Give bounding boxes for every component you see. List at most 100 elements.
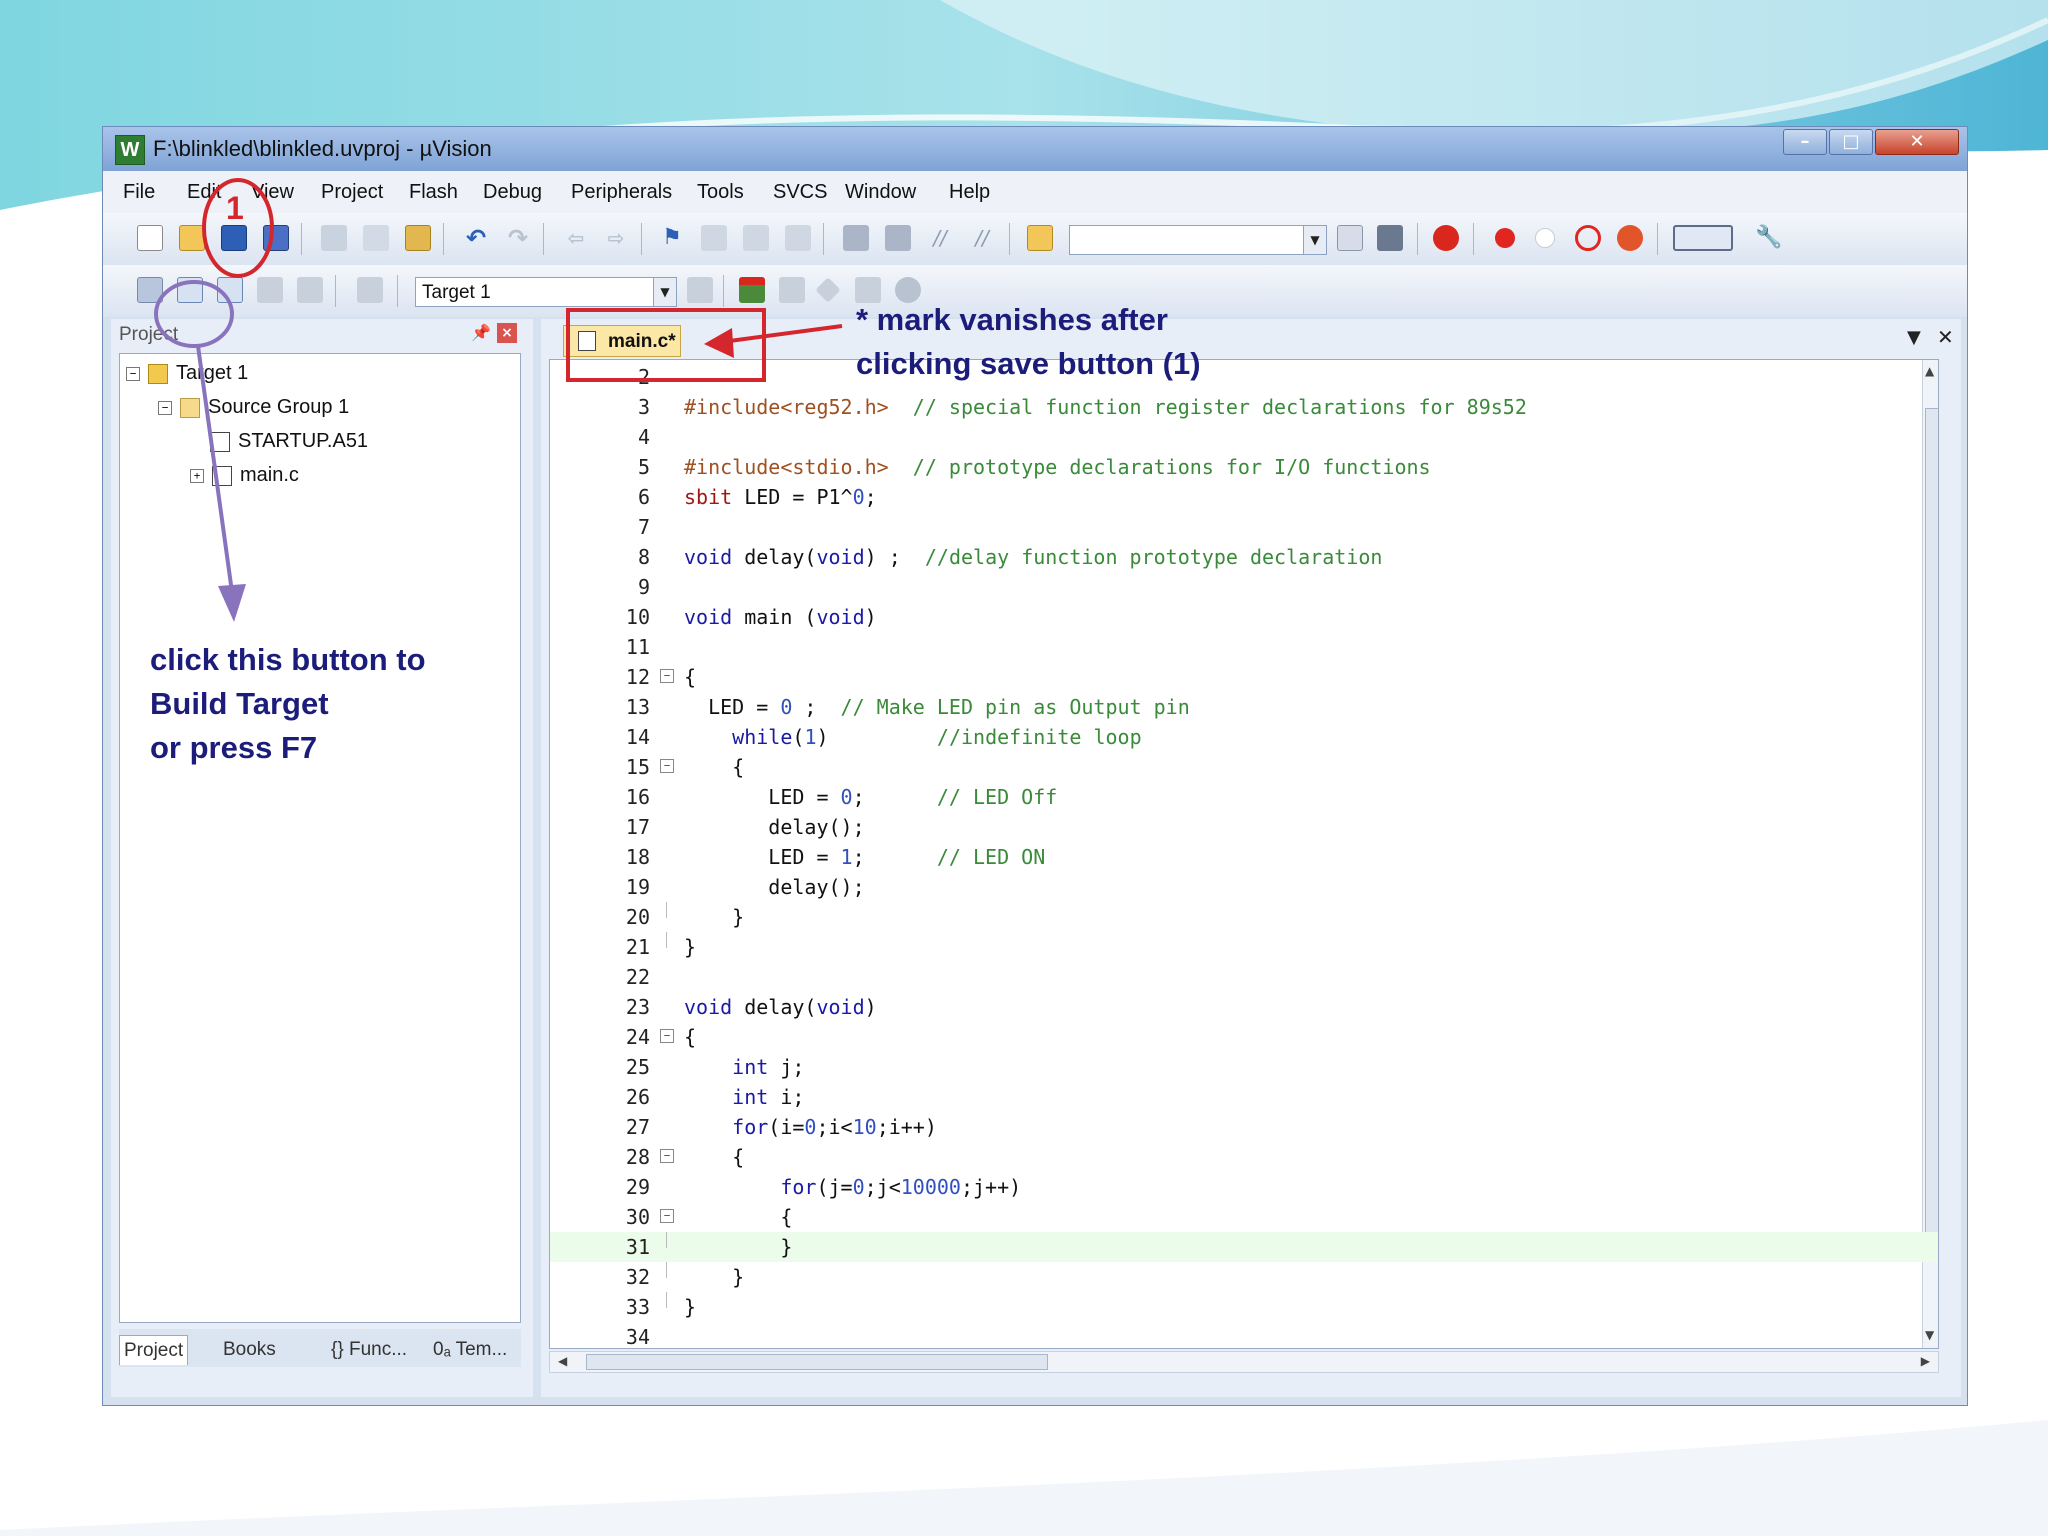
menu-edit[interactable]: Edit — [187, 181, 221, 204]
horizontal-scrollbar[interactable]: ◀ ▶ — [549, 1351, 1939, 1373]
tree-item-source-group[interactable]: − Source Group 1 — [158, 396, 349, 424]
code-line[interactable]: 23 void delay(void) — [550, 992, 1938, 1022]
target-options-icon[interactable] — [687, 277, 713, 303]
rebuild-icon[interactable] — [217, 277, 243, 303]
translate-icon[interactable] — [137, 277, 163, 303]
disable-all-breakpoints-icon[interactable] — [1617, 225, 1643, 251]
code-line[interactable]: 31 } — [550, 1232, 1938, 1262]
code-line[interactable]: 29 for(j=0;j<10000;j++) — [550, 1172, 1938, 1202]
tree-item-startup[interactable]: STARTUP.A51 — [210, 430, 368, 458]
code-line[interactable]: 32 } — [550, 1262, 1938, 1292]
fold-toggle-icon[interactable]: − — [660, 759, 674, 773]
fold-toggle-icon[interactable]: − — [660, 669, 674, 683]
collapse-icon[interactable]: − — [158, 400, 172, 415]
uncomment-icon[interactable]: // — [969, 225, 995, 251]
scroll-right-icon[interactable]: ▶ — [1921, 1354, 1930, 1368]
code-line[interactable]: 21} — [550, 932, 1938, 962]
menu-file[interactable]: File — [123, 181, 155, 204]
navigate-back-icon[interactable]: ⇦ — [563, 225, 589, 251]
collapse-icon[interactable]: − — [126, 366, 140, 381]
code-editor[interactable]: ▲ ▼ 2 3 #include<reg52.h> // special funct… — [549, 359, 1939, 1349]
menu-help[interactable]: Help — [949, 181, 990, 204]
kill-breakpoints-icon[interactable] — [1575, 225, 1601, 251]
tab-functions[interactable]: {} Func... — [327, 1335, 411, 1365]
find-icon[interactable] — [1337, 225, 1363, 251]
code-line[interactable]: 15− { — [550, 752, 1938, 782]
pin-icon[interactable]: 📌 — [471, 323, 491, 342]
open-file-icon[interactable] — [179, 225, 205, 251]
build-target-icon[interactable] — [177, 277, 203, 303]
incremental-find-icon[interactable] — [1377, 225, 1403, 251]
code-line[interactable]: 3 #include<reg52.h> // special function r… — [550, 392, 1938, 422]
navigate-forward-icon[interactable]: ⇨ — [603, 225, 629, 251]
stop-build-icon[interactable] — [297, 277, 323, 303]
window-layout-dropdown[interactable] — [1673, 225, 1733, 251]
chevron-down-icon[interactable]: ▼ — [653, 278, 676, 306]
code-line[interactable]: 27 for(i=0;i<10;i++) — [550, 1112, 1938, 1142]
manage-components-icon[interactable] — [739, 277, 765, 303]
menu-debug[interactable]: Debug — [483, 181, 542, 204]
redo-icon[interactable]: ↷ — [505, 225, 531, 251]
code-line[interactable]: 18 LED = 1; // LED ON — [550, 842, 1938, 872]
fold-toggle-icon[interactable]: − — [660, 1149, 674, 1163]
file-extensions-icon[interactable] — [779, 277, 805, 303]
tree-item-main-c[interactable]: + main.c — [190, 464, 299, 492]
fold-toggle-icon[interactable]: − — [660, 1209, 674, 1223]
indent-icon[interactable] — [843, 225, 869, 251]
paste-icon[interactable] — [405, 225, 431, 251]
tree-item-target[interactable]: − Target 1 — [126, 362, 248, 390]
menu-flash[interactable]: Flash — [409, 181, 458, 204]
find-in-files-icon[interactable] — [1027, 225, 1053, 251]
menu-window[interactable]: Window — [845, 181, 916, 204]
menu-project[interactable]: Project — [321, 181, 383, 204]
expand-icon[interactable]: + — [190, 468, 204, 483]
code-line[interactable]: 19 delay(); — [550, 872, 1938, 902]
code-line[interactable]: 2 — [550, 362, 1938, 392]
code-line[interactable]: 9 — [550, 572, 1938, 602]
comment-icon[interactable]: // — [927, 225, 953, 251]
code-line[interactable]: 26 int i; — [550, 1082, 1938, 1112]
download-icon[interactable] — [357, 277, 383, 303]
scroll-left-icon[interactable]: ◀ — [558, 1354, 567, 1368]
close-icon[interactable]: × — [497, 323, 517, 343]
code-line[interactable]: 34 — [550, 1322, 1938, 1348]
configure-icon[interactable]: 🔧 — [1755, 225, 1782, 251]
code-line[interactable]: 17 delay(); — [550, 812, 1938, 842]
tab-project[interactable]: Project — [119, 1335, 189, 1365]
new-file-icon[interactable] — [137, 225, 163, 251]
clear-bookmarks-icon[interactable] — [785, 225, 811, 251]
code-line[interactable]: 20 } — [550, 902, 1938, 932]
tab-templates[interactable]: 0ₐ Tem... — [429, 1335, 511, 1365]
close-button[interactable]: ✕ — [1875, 129, 1959, 155]
close-icon[interactable]: ✕ — [1937, 325, 1954, 349]
batch-build-icon[interactable] — [257, 277, 283, 303]
code-line[interactable]: 28− { — [550, 1142, 1938, 1172]
fold-toggle-icon[interactable]: − — [660, 1029, 674, 1043]
bookmark-icon[interactable]: ⚑ — [659, 225, 685, 251]
start-debug-icon[interactable] — [1433, 225, 1459, 251]
chevron-down-icon[interactable]: ▼ — [1303, 226, 1326, 254]
code-line[interactable]: 24−{ — [550, 1022, 1938, 1052]
code-line[interactable]: 6 sbit LED = P1^0; — [550, 482, 1938, 512]
copy-icon[interactable] — [363, 225, 389, 251]
breakpoint-icon[interactable] — [1495, 228, 1515, 248]
code-line[interactable]: 8 void delay(void) ; //delay function pro… — [550, 542, 1938, 572]
next-bookmark-icon[interactable] — [743, 225, 769, 251]
menu-tools[interactable]: Tools — [697, 181, 744, 204]
code-line[interactable]: 13 LED = 0 ; // Make LED pin as Output p… — [550, 692, 1938, 722]
minimize-button[interactable]: – — [1783, 129, 1827, 155]
unindent-icon[interactable] — [885, 225, 911, 251]
maximize-button[interactable]: □ — [1829, 129, 1873, 155]
save-all-icon[interactable] — [263, 225, 289, 251]
code-line[interactable]: 11 — [550, 632, 1938, 662]
target-select[interactable]: Target 1 ▼ — [415, 277, 677, 307]
menu-peripherals[interactable]: Peripherals — [571, 181, 672, 204]
code-line[interactable]: 10 void main (void) — [550, 602, 1938, 632]
code-line[interactable]: 33} — [550, 1292, 1938, 1322]
code-line[interactable]: 5 #include<stdio.h> // prototype declarat… — [550, 452, 1938, 482]
editor-tab-main-c[interactable]: main.c* — [563, 325, 681, 357]
code-line[interactable]: 12−{ — [550, 662, 1938, 692]
pack-installer-icon[interactable] — [815, 277, 841, 303]
menu-view[interactable]: View — [251, 181, 294, 204]
menu-svcs[interactable]: SVCS — [773, 181, 827, 204]
